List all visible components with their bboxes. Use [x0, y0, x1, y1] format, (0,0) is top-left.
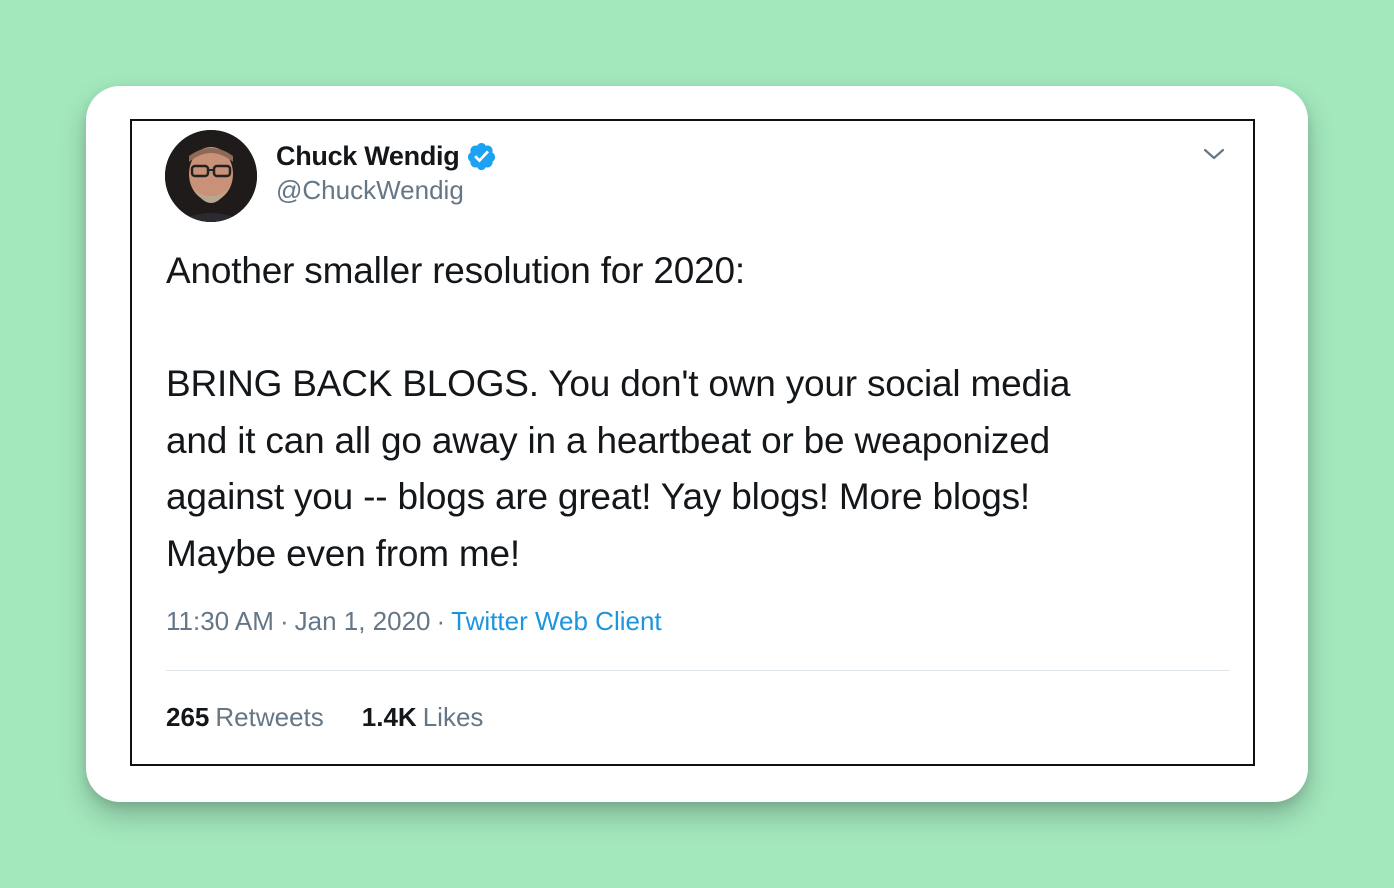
author-display-name[interactable]: Chuck Wendig — [276, 141, 460, 172]
author-handle[interactable]: @ChuckWendig — [276, 175, 497, 206]
retweets-count: 265 — [166, 702, 210, 732]
meta-separator: · — [436, 606, 446, 636]
tweet-source-link[interactable]: Twitter Web Client — [451, 606, 661, 636]
tweet-date[interactable]: Jan 1, 2020 — [295, 606, 431, 636]
verified-badge-icon — [466, 141, 497, 172]
tweet-meta: 11:30 AM · Jan 1, 2020 · Twitter Web Client — [166, 606, 662, 637]
tweet-card: Chuck Wendig @ChuckWendig Another smalle… — [130, 119, 1255, 766]
divider — [166, 670, 1230, 671]
tweet-text: Another smaller resolution for 2020: BRI… — [166, 250, 1071, 574]
retweets-label: Retweets — [215, 702, 324, 732]
likes-label: Likes — [422, 702, 484, 732]
author-block: Chuck Wendig @ChuckWendig — [276, 138, 497, 206]
meta-separator: · — [279, 606, 289, 636]
tweet-time[interactable]: 11:30 AM — [166, 606, 274, 636]
chevron-down-icon[interactable] — [1201, 141, 1227, 167]
likes-stat[interactable]: 1.4K Likes — [362, 702, 484, 733]
tweet-stats: 265 Retweets 1.4K Likes — [166, 702, 521, 733]
retweets-stat[interactable]: 265 Retweets — [166, 702, 324, 733]
likes-count: 1.4K — [361, 702, 417, 732]
author-avatar[interactable] — [165, 130, 257, 222]
